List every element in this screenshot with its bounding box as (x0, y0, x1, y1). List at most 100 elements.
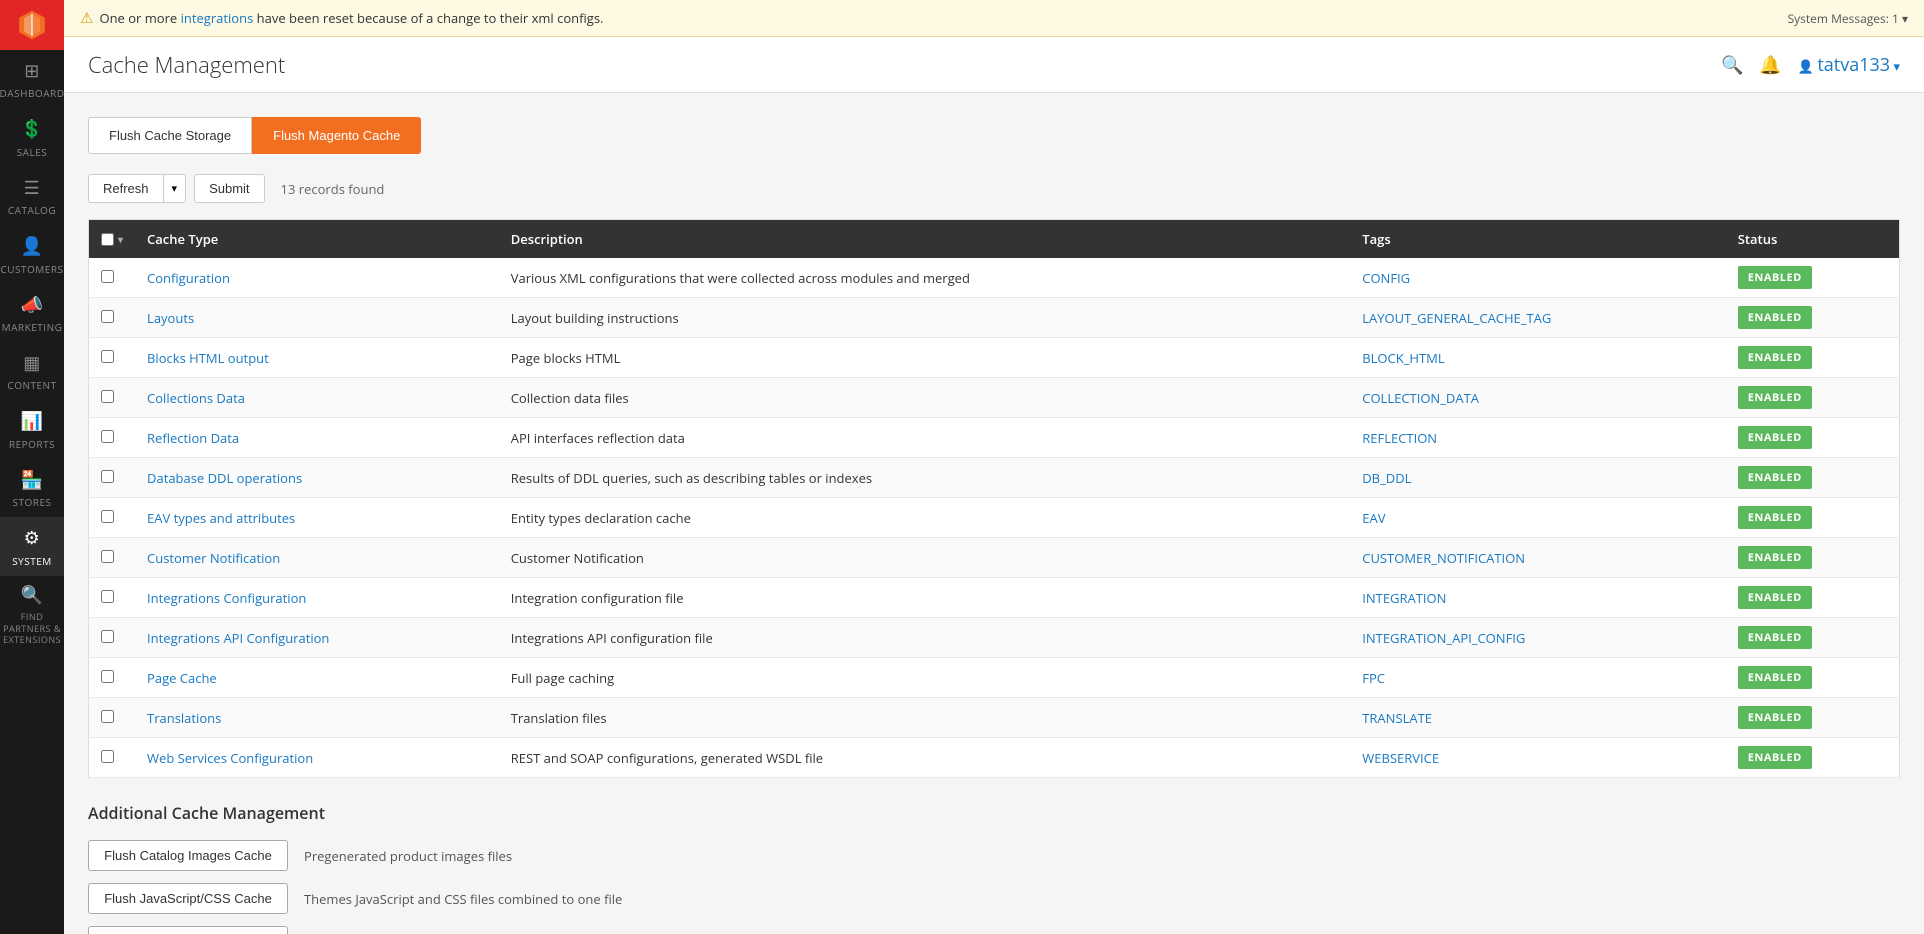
row-tags: FPC (1350, 658, 1725, 698)
table-row: Reflection Data API interfaces reflectio… (89, 418, 1900, 458)
sidebar-item-system[interactable]: ⚙ SYSTEM (0, 517, 64, 575)
row-checkbox[interactable] (101, 630, 114, 643)
cache-type-link[interactable]: Blocks HTML output (147, 349, 269, 367)
table-row: Page Cache Full page caching FPC ENABLED (89, 658, 1900, 698)
row-checkbox[interactable] (101, 550, 114, 563)
row-description: Integrations API configuration file (499, 618, 1351, 658)
row-description: Layout building instructions (499, 298, 1351, 338)
sidebar-item-label: CONTENT (7, 379, 56, 392)
dashboard-icon: ⊞ (24, 60, 40, 83)
row-checkbox[interactable] (101, 390, 114, 403)
sidebar-item-stores[interactable]: 🏪 STORES (0, 459, 64, 517)
row-description: Page blocks HTML (499, 338, 1351, 378)
sidebar-item-partners[interactable]: 🔍 FIND PARTNERS & EXTENSIONS (0, 576, 64, 654)
sidebar-item-label: SALES (17, 146, 48, 159)
cache-type-link[interactable]: Integrations API Configuration (147, 629, 329, 647)
sales-icon: 💲 (21, 118, 44, 141)
cache-type-link[interactable]: Configuration (147, 269, 230, 287)
row-status: ENABLED (1726, 338, 1900, 378)
cache-type-link[interactable]: Web Services Configuration (147, 749, 313, 767)
row-cache-type: EAV types and attributes (135, 498, 499, 538)
row-cache-type: Page Cache (135, 658, 499, 698)
row-cache-type: Layouts (135, 298, 499, 338)
sidebar-item-sales[interactable]: 💲 SALES (0, 108, 64, 166)
sidebar-item-dashboard[interactable]: ⊞ DASHBOARD (0, 50, 64, 108)
row-checkbox[interactable] (101, 750, 114, 763)
cache-type-link[interactable]: Customer Notification (147, 549, 280, 567)
row-description: API interfaces reflection data (499, 418, 1351, 458)
submit-button[interactable]: Submit (194, 174, 264, 203)
row-tags: DB_DDL (1350, 458, 1725, 498)
table-row: Layouts Layout building instructions LAY… (89, 298, 1900, 338)
additional-cache-description: Themes JavaScript and CSS files combined… (304, 890, 622, 908)
additional-cache-button[interactable]: Flush Static Files Cache (88, 926, 288, 934)
integrations-link[interactable]: integrations (181, 9, 254, 27)
row-cache-type: Integrations Configuration (135, 578, 499, 618)
row-status: ENABLED (1726, 658, 1900, 698)
row-checkbox[interactable] (101, 470, 114, 483)
row-checkbox[interactable] (101, 270, 114, 283)
user-menu[interactable]: 👤 tatva133 ▾ (1798, 53, 1900, 77)
row-checkbox[interactable] (101, 510, 114, 523)
cache-type-link[interactable]: Translations (147, 709, 221, 727)
refresh-btn-group: Refresh ▾ (88, 174, 186, 203)
row-checkbox[interactable] (101, 310, 114, 323)
row-cache-type: Translations (135, 698, 499, 738)
reports-icon: 📊 (21, 410, 44, 433)
status-badge: ENABLED (1738, 386, 1812, 409)
row-description: REST and SOAP configurations, generated … (499, 738, 1351, 778)
notification-text: One or more integrations have been reset… (99, 9, 603, 27)
row-status: ENABLED (1726, 698, 1900, 738)
cache-type-link[interactable]: Collections Data (147, 389, 245, 407)
status-badge: ENABLED (1738, 666, 1812, 689)
search-icon[interactable]: 🔍 (1721, 53, 1743, 77)
customers-icon: 👤 (21, 235, 44, 258)
additional-cache-row: Flush Static Files Cache Preprocessed vi… (88, 926, 1900, 934)
sidebar-item-marketing[interactable]: 📣 MARKETING (0, 284, 64, 342)
row-description: Collection data files (499, 378, 1351, 418)
row-checkbox-cell (89, 698, 136, 738)
sidebar-item-reports[interactable]: 📊 REPORTS (0, 400, 64, 458)
row-tags: CUSTOMER_NOTIFICATION (1350, 538, 1725, 578)
catalog-icon: ☰ (24, 177, 41, 200)
stores-icon: 🏪 (21, 469, 44, 492)
magento-logo[interactable] (0, 0, 64, 50)
action-row: Refresh ▾ Submit 13 records found (88, 174, 1900, 203)
refresh-button[interactable]: Refresh (88, 174, 164, 203)
status-badge: ENABLED (1738, 306, 1812, 329)
row-status: ENABLED (1726, 258, 1900, 298)
table-row: Translations Translation files TRANSLATE… (89, 698, 1900, 738)
cache-type-link[interactable]: Integrations Configuration (147, 589, 306, 607)
system-messages[interactable]: System Messages: 1 ▾ (1788, 10, 1908, 27)
sidebar-item-label: FIND PARTNERS & EXTENSIONS (3, 611, 61, 646)
cache-type-link[interactable]: EAV types and attributes (147, 509, 295, 527)
cache-type-link[interactable]: Reflection Data (147, 429, 239, 447)
row-checkbox[interactable] (101, 590, 114, 603)
table-row: Blocks HTML output Page blocks HTML BLOC… (89, 338, 1900, 378)
row-status: ENABLED (1726, 378, 1900, 418)
row-checkbox-cell (89, 538, 136, 578)
sidebar-item-customers[interactable]: 👤 CUSTOMERS (0, 225, 64, 283)
cache-type-link[interactable]: Database DDL operations (147, 469, 302, 487)
sidebar-item-label: CUSTOMERS (0, 263, 63, 276)
row-tags: REFLECTION (1350, 418, 1725, 458)
additional-cache-button[interactable]: Flush Catalog Images Cache (88, 840, 288, 871)
row-description: Customer Notification (499, 538, 1351, 578)
row-checkbox[interactable] (101, 350, 114, 363)
cache-type-link[interactable]: Layouts (147, 309, 194, 327)
row-description: Full page caching (499, 658, 1351, 698)
refresh-dropdown-button[interactable]: ▾ (164, 174, 187, 203)
tab-flush-cache-storage[interactable]: Flush Cache Storage (88, 117, 252, 154)
row-status: ENABLED (1726, 738, 1900, 778)
row-checkbox[interactable] (101, 710, 114, 723)
row-checkbox[interactable] (101, 430, 114, 443)
sidebar-item-content[interactable]: ▦ CONTENT (0, 342, 64, 400)
tab-flush-magento-cache[interactable]: Flush Magento Cache (252, 117, 421, 154)
sidebar-item-catalog[interactable]: ☰ CATALOG (0, 167, 64, 225)
row-checkbox[interactable] (101, 670, 114, 683)
status-badge: ENABLED (1738, 746, 1812, 769)
select-all-checkbox[interactable] (101, 233, 114, 246)
notifications-icon[interactable]: 🔔 (1759, 53, 1781, 77)
additional-cache-button[interactable]: Flush JavaScript/CSS Cache (88, 883, 288, 914)
cache-type-link[interactable]: Page Cache (147, 669, 217, 687)
